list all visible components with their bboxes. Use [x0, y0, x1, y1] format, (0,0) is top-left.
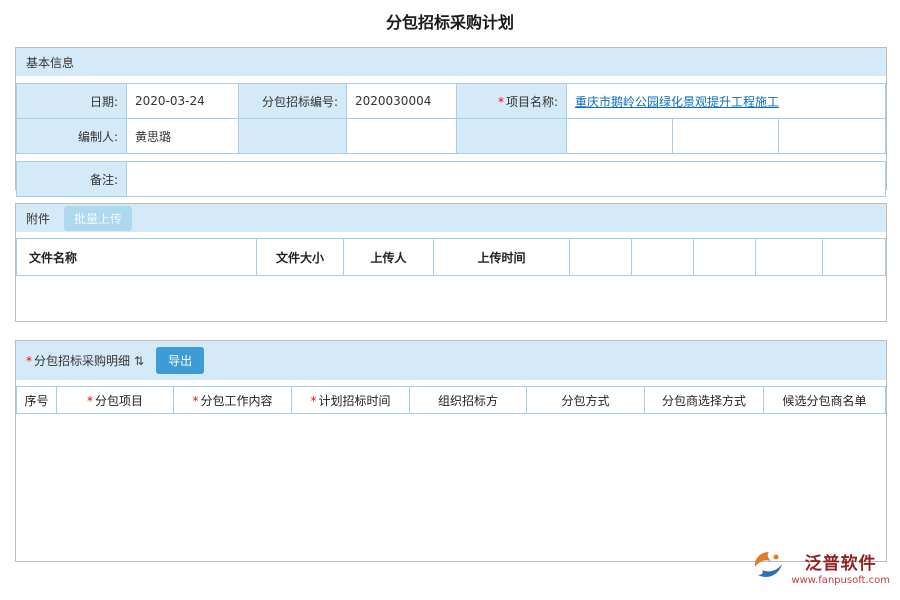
col-uploader: 上传人 [344, 239, 434, 276]
required-asterisk: * [87, 394, 93, 408]
col-empty [570, 239, 632, 276]
creator-value: 黄思璐 [127, 119, 239, 154]
export-button[interactable]: 导出 [156, 347, 204, 374]
date-label: 日期: [17, 84, 127, 119]
col-work-content: *分包工作内容 [174, 387, 292, 414]
attachments-title: 附件 [26, 210, 50, 227]
remark-label: 备注: [17, 162, 127, 197]
col-empty [823, 239, 886, 276]
col-organizing-party: 组织招标方 [410, 387, 527, 414]
attachments-section: 附件 批量上传 文件名称 文件大小 上传人 上传时间 [15, 203, 887, 322]
col-subcontract-method: 分包方式 [527, 387, 645, 414]
col-selection-method: 分包商选择方式 [645, 387, 764, 414]
col-seq-no: 序号 [17, 387, 57, 414]
empty-value-cell [779, 119, 886, 154]
col-label: 序号 [24, 394, 48, 408]
col-label: 候选分包商名单 [782, 394, 866, 408]
col-planned-bid-time: *计划招标时间 [292, 387, 410, 414]
col-file-name: 文件名称 [17, 239, 257, 276]
required-asterisk: * [310, 394, 316, 408]
date-value: 2020-03-24 [127, 84, 239, 119]
col-upload-time: 上传时间 [434, 239, 570, 276]
details-section: *分包招标采购明细 ⇅ 导出 序号 *分包项目 *分包工作内容 *计划招标时间 … [15, 340, 887, 562]
col-label: 分包项目 [95, 394, 143, 408]
brand-text: 泛普软件 www.fanpusoft.com [791, 549, 890, 586]
required-asterisk: * [192, 394, 198, 408]
basic-info-table: 日期: 2020-03-24 分包招标编号: 2020030004 *项目名称:… [16, 83, 886, 154]
remark-value [127, 162, 886, 197]
page-title: 分包招标采购计划 [0, 0, 900, 33]
basic-info-row-2: 编制人: 黄思璐 [17, 119, 886, 154]
col-candidate-list: 候选分包商名单 [764, 387, 886, 414]
col-empty [756, 239, 823, 276]
creator-label: 编制人: [17, 119, 127, 154]
col-empty [632, 239, 694, 276]
col-label: 分包方式 [561, 394, 609, 408]
brand-name: 泛普软件 [805, 549, 877, 574]
col-label: 分包工作内容 [200, 394, 272, 408]
remark-row: 备注: [17, 162, 886, 197]
bid-no-value: 2020030004 [347, 84, 457, 119]
fanpu-logo-icon [752, 551, 786, 584]
col-file-size: 文件大小 [257, 239, 344, 276]
brand-url: www.fanpusoft.com [791, 575, 890, 586]
project-name-value-cell: 重庆市鹅岭公园绿化景观提升工程施工 [567, 84, 886, 119]
project-name-label: 项目名称: [506, 95, 558, 109]
details-title: *分包招标采购明细 [26, 352, 130, 369]
sort-icon[interactable]: ⇅ [134, 354, 144, 368]
project-name-label-cell: *项目名称: [457, 84, 567, 119]
basic-info-title: 基本信息 [26, 54, 74, 71]
basic-info-section: 基本信息 日期: 2020-03-24 分包招标编号: 2020030004 *… [15, 47, 887, 190]
batch-upload-button[interactable]: 批量上传 [64, 206, 132, 231]
empty-label-cell [239, 119, 347, 154]
empty-label-cell [457, 119, 567, 154]
col-label: 分包商选择方式 [662, 394, 746, 408]
basic-info-row-1: 日期: 2020-03-24 分包招标编号: 2020030004 *项目名称:… [17, 84, 886, 119]
details-header-band: *分包招标采购明细 ⇅ 导出 [16, 341, 886, 380]
details-table: 序号 *分包项目 *分包工作内容 *计划招标时间 组织招标方 分包方式 分包商选… [16, 386, 886, 414]
project-name-link[interactable]: 重庆市鹅岭公园绿化景观提升工程施工 [575, 95, 779, 109]
empty-value-cell [347, 119, 457, 154]
empty-value-cell [673, 119, 779, 154]
col-label: 组织招标方 [438, 394, 498, 408]
remark-table: 备注: [16, 161, 886, 197]
col-label: 计划招标时间 [318, 394, 390, 408]
col-subcontract-project: *分包项目 [57, 387, 174, 414]
bid-no-label: 分包招标编号: [239, 84, 347, 119]
empty-value-cell [567, 119, 673, 154]
basic-info-header-band: 基本信息 [16, 48, 886, 76]
required-asterisk: * [498, 95, 504, 109]
attachments-table: 文件名称 文件大小 上传人 上传时间 [16, 238, 886, 276]
details-title-text: 分包招标采购明细 [34, 354, 130, 368]
fanpusoft-branding: 泛普软件 www.fanpusoft.com [752, 549, 890, 586]
col-empty [694, 239, 756, 276]
required-asterisk: * [26, 354, 32, 368]
details-header-row: 序号 *分包项目 *分包工作内容 *计划招标时间 组织招标方 分包方式 分包商选… [17, 387, 886, 414]
attachments-header-row: 文件名称 文件大小 上传人 上传时间 [17, 239, 886, 276]
attachments-header-band: 附件 批量上传 [16, 204, 886, 232]
